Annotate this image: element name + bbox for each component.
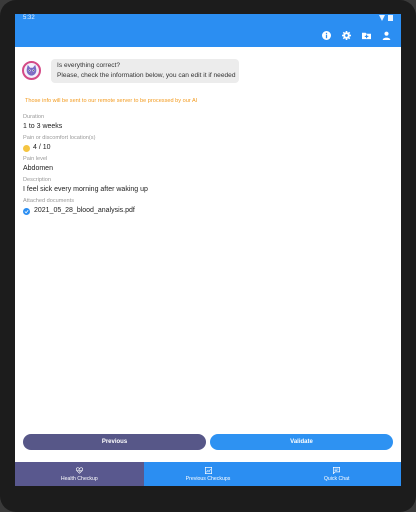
check-icon (23, 207, 30, 215)
settings-icon[interactable] (342, 31, 351, 40)
message-line-1: Is everything correct? (57, 62, 121, 69)
folder-add-icon[interactable] (362, 31, 371, 40)
document-item[interactable]: 2021_05_28_blood_analysis.pdf (23, 206, 135, 216)
description-field[interactable]: Description I feel sick every morning af… (23, 177, 148, 195)
tablet-frame: 5:32 Is everything correct? Please, chec… (0, 0, 416, 512)
privacy-notice: Those info will be sent to our remote se… (25, 98, 198, 104)
validate-button[interactable]: Validate (210, 434, 393, 450)
neutral-face-icon (23, 144, 30, 152)
status-time: 5:32 (23, 15, 35, 21)
chart-icon (204, 466, 212, 474)
tab-previous-checkups-label: Previous Checkups (185, 475, 231, 482)
toolbar-actions (322, 31, 391, 40)
status-bar: 5:32 (15, 14, 401, 25)
assistant-message: Is everything correct? Please, check the… (22, 57, 242, 84)
tab-health-checkup[interactable]: Health Checkup (15, 462, 144, 486)
pain-level-value: Abdomen (23, 165, 53, 172)
tab-health-checkup-label: Health Checkup (60, 475, 98, 482)
chat-icon (333, 466, 341, 474)
tab-quick-chat-label: Quick Chat (323, 475, 350, 482)
assistant-avatar (22, 61, 41, 80)
message-line-2: Please, check the information below, you… (57, 71, 236, 79)
tab-quick-chat[interactable]: Quick Chat (272, 462, 401, 486)
pain-level-label: Pain level (23, 156, 48, 162)
duration-field[interactable]: Duration 1 to 3 weeks (23, 114, 62, 132)
cat-icon (26, 64, 37, 76)
account-icon[interactable] (382, 31, 391, 40)
documents-field: Attached documents 2021_05_28_blood_anal… (23, 198, 135, 216)
app-bar: 5:32 (15, 14, 401, 47)
description-value: I feel sick every morning after waking u… (23, 186, 148, 193)
pain-level-field[interactable]: Pain level Abdomen (23, 156, 53, 174)
documents-label: Attached documents (23, 198, 74, 204)
pain-label: Pain or discomfort location(s) (23, 135, 96, 141)
heart-pulse-icon (75, 466, 83, 474)
document-name: 2021_05_28_blood_analysis.pdf (34, 207, 135, 214)
battery-icon (388, 15, 393, 21)
pain-field[interactable]: Pain or discomfort location(s) 4 / 10 (23, 135, 95, 153)
wifi-icon (379, 15, 385, 21)
app-screen: 5:32 Is everything correct? Please, chec… (15, 14, 401, 486)
pain-value: 4 / 10 (33, 144, 51, 151)
duration-value: 1 to 3 weeks (23, 123, 63, 130)
bottom-navigation: Health Checkup Previous Checkups Quick C… (15, 462, 401, 486)
tab-previous-checkups[interactable]: Previous Checkups (144, 462, 273, 486)
message-bubble: Is everything correct? Please, check the… (51, 58, 239, 83)
description-label: Description (23, 177, 51, 183)
previous-button[interactable]: Previous (23, 434, 206, 450)
info-icon[interactable] (322, 31, 331, 40)
status-icons (379, 15, 393, 21)
duration-label: Duration (23, 114, 45, 120)
